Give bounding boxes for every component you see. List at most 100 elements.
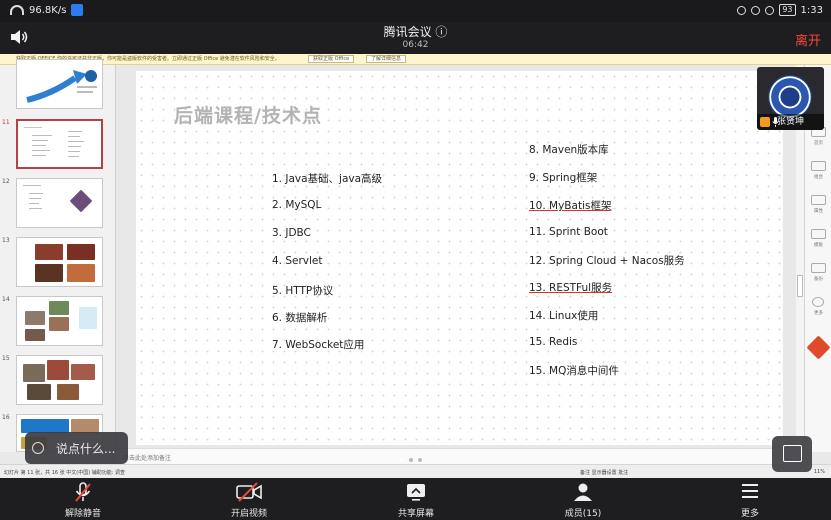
battery-indicator: 93 xyxy=(779,4,796,16)
meeting-header: 腾讯会议 ⓘ 06:42 离开 xyxy=(0,22,831,54)
group-icon[interactable] xyxy=(811,161,826,171)
microphone-icon xyxy=(772,117,779,127)
notification-app-icon xyxy=(71,4,84,16)
camera-off-icon xyxy=(236,482,262,502)
thumbnail-number: 13 xyxy=(2,237,10,244)
members-button[interactable]: 成员(15) xyxy=(538,478,628,520)
pane-label: 组合 xyxy=(814,175,823,180)
arrow-diagram-icon xyxy=(26,70,97,103)
thumbnail-number: 12 xyxy=(2,178,10,185)
share-screen-icon xyxy=(407,484,425,501)
slide-title: 后端课程/技术点 xyxy=(174,105,322,127)
left-list-item: 6. 数据解析 xyxy=(272,312,328,324)
wifi-icon xyxy=(10,5,24,15)
status-slide-info: 幻灯片 第 11 张，共 16 张 中文(中国) 辅助功能: 调查 xyxy=(4,470,126,476)
status-view-controls[interactable]: 备注 显示器设置 批注 xyxy=(580,469,628,476)
right-list-item: 14. Linux使用 xyxy=(529,310,599,322)
slide-thumbnail[interactable] xyxy=(16,296,103,346)
slide-thumbnail-selected[interactable] xyxy=(16,119,103,169)
page-dot xyxy=(409,458,413,462)
banner-learn-more-button[interactable]: 了解详细信息 xyxy=(366,55,407,63)
share-screen-button[interactable]: 共享屏幕 xyxy=(371,478,461,520)
banner-get-office-button[interactable]: 获取正版 Office xyxy=(308,55,355,63)
layout-icon xyxy=(783,445,802,462)
host-badge-icon xyxy=(760,117,770,127)
backup-icon[interactable] xyxy=(811,263,826,273)
right-list-item: 8. Maven版本库 xyxy=(529,144,609,156)
university-logo-avatar xyxy=(768,75,812,119)
start-video-button[interactable]: 开启视频 xyxy=(204,478,294,520)
slide-thumbnail-panel: 11 12 13 14 15 16 xyxy=(0,59,116,452)
unmute-button[interactable]: 解除静音 xyxy=(38,478,128,520)
eye-icon xyxy=(737,5,747,15)
notes-pane[interactable]: 单击此处添加备注 xyxy=(117,448,796,464)
right-list-item: 12. Spring Cloud + Nacos服务 xyxy=(529,255,685,267)
right-list-item: 10. MyBatis框架 xyxy=(529,200,612,212)
page-indicator xyxy=(400,458,422,462)
participant-video-tile[interactable]: 张贤坤 xyxy=(757,67,824,130)
gift-bag-icon[interactable] xyxy=(806,335,831,360)
pane-label: 备份 xyxy=(814,277,823,282)
network-speed: 96.8K/s xyxy=(29,4,67,16)
members-icon xyxy=(574,483,592,501)
meeting-title[interactable]: 腾讯会议 ⓘ xyxy=(0,23,831,40)
right-list-item: 11. Sprint Boot xyxy=(529,226,608,238)
system-status-bar: 96.8K/s 93 1:33 xyxy=(0,0,831,22)
meeting-toolbar: 解除静音 开启视频 共享屏幕 成员(15) 更多 xyxy=(0,478,831,520)
scrollbar-thumb[interactable] xyxy=(797,275,803,297)
slide-thumbnail[interactable] xyxy=(16,237,103,287)
chat-placeholder: 说点什么... xyxy=(56,442,116,456)
slide-thumbnail[interactable] xyxy=(16,59,103,109)
zoom-level[interactable]: 11% xyxy=(814,469,825,475)
slide-thumbnail[interactable] xyxy=(16,178,103,228)
thumbnail-number: 14 xyxy=(2,296,10,303)
vibrate-icon xyxy=(765,5,775,15)
left-list-item: 3. JDBC xyxy=(272,227,311,239)
right-list-item: 13. RESTFul服务 xyxy=(529,282,613,294)
pane-label: 更多 xyxy=(814,311,823,316)
template-icon[interactable] xyxy=(811,229,826,239)
thumbnail-number: 15 xyxy=(2,355,10,362)
thumbnail-number: 11 xyxy=(2,119,10,126)
status-left: 96.8K/s xyxy=(10,4,84,16)
page-dot xyxy=(418,458,422,462)
shared-screen: 获取正版 OFFICE 你的许可证并非正版，你可能是盗版软件的受害者。立即通过正… xyxy=(0,54,831,478)
left-list-item: 5. HTTP协议 xyxy=(272,285,334,297)
emoji-icon[interactable] xyxy=(32,442,44,454)
thumbnail-number: 16 xyxy=(2,414,10,421)
pane-label: 首页 xyxy=(814,141,823,146)
meeting-screen: 96.8K/s 93 1:33 腾讯会议 ⓘ 06:42 离开 获取正版 OFF… xyxy=(0,0,831,520)
status-right: 93 1:33 xyxy=(737,4,823,16)
office-license-banner: 获取正版 OFFICE 你的许可证并非正版，你可能是盗版软件的受害者。立即通过正… xyxy=(0,54,831,65)
members-label: 成员(15) xyxy=(564,509,602,519)
pane-label: 模板 xyxy=(814,243,823,248)
leave-button[interactable]: 离开 xyxy=(795,30,821,49)
clock: 1:33 xyxy=(800,4,823,16)
bluetooth-icon xyxy=(751,5,761,15)
right-list-item: 9. Spring框架 xyxy=(529,172,598,184)
layout-switch-button[interactable] xyxy=(772,436,812,472)
slide-canvas-area: 后端课程/技术点 1. Java基础、java高级 2. MySQL 3. JD… xyxy=(117,65,814,452)
office-status-bar: 幻灯片 第 11 张，共 16 张 中文(中国) 辅助功能: 调查 备注 显示器… xyxy=(0,464,831,478)
properties-icon[interactable] xyxy=(811,195,826,205)
more-button[interactable]: 更多 xyxy=(705,478,795,520)
muted-mic-icon xyxy=(75,482,91,502)
left-list-item: 2. MySQL xyxy=(272,199,322,211)
start-video-label: 开启视频 xyxy=(230,509,267,519)
share-screen-label: 共享屏幕 xyxy=(397,509,434,519)
left-list-item: 1. Java基础、java高级 xyxy=(272,173,383,185)
slide[interactable]: 后端课程/技术点 1. Java基础、java高级 2. MySQL 3. JD… xyxy=(136,71,783,445)
page-dot xyxy=(400,458,404,462)
right-list-item: 15. MQ消息中间件 xyxy=(529,365,619,377)
notes-placeholder: 单击此处添加备注 xyxy=(123,455,172,462)
slide-thumbnail[interactable] xyxy=(16,355,103,405)
right-list-item: 15. Redis xyxy=(529,336,578,348)
unmute-label: 解除静音 xyxy=(64,509,101,519)
left-list-item: 4. Servlet xyxy=(272,255,323,267)
more-icon[interactable] xyxy=(812,297,824,307)
pane-label: 属性 xyxy=(814,209,823,214)
more-label: 更多 xyxy=(740,509,759,519)
left-list-item: 7. WebSocket应用 xyxy=(272,339,365,351)
menu-icon xyxy=(742,484,758,498)
chat-input[interactable]: 说点什么... xyxy=(25,432,128,464)
